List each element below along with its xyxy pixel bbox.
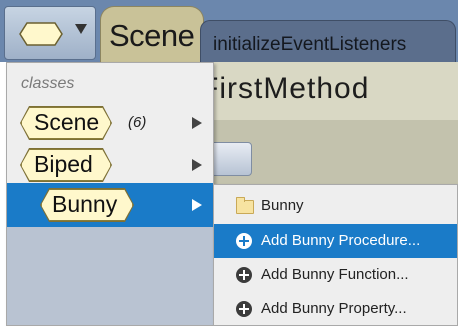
class-menu: classes Scene (6) Biped Bunny <box>6 62 214 326</box>
menu-item-bunny[interactable]: Bunny <box>7 183 213 227</box>
plus-circle-icon <box>236 301 252 317</box>
tab-scene-label: Scene <box>109 18 195 53</box>
type-chip-icon <box>19 22 63 46</box>
submenu-item-label: Add Bunny Function... <box>261 266 409 283</box>
submenu-item-label: Add Bunny Procedure... <box>261 232 421 249</box>
menu-lower-area <box>7 227 213 325</box>
chevron-down-icon <box>75 24 87 34</box>
submenu-item-add-procedure[interactable]: Add Bunny Procedure... <box>214 224 457 258</box>
menu-item-label: Scene <box>34 109 100 135</box>
method-title: FirstMethod <box>200 72 370 105</box>
submenu-item-label: Add Bunny Property... <box>261 300 407 317</box>
submenu-item-label: Bunny <box>261 197 304 214</box>
class-menu-button[interactable] <box>4 6 96 60</box>
tab-scene[interactable]: Scene <box>100 6 204 62</box>
submenu-item-bunny[interactable]: Bunny <box>214 189 457 223</box>
menu-header: classes <box>21 75 75 92</box>
chevron-right-icon <box>192 199 202 211</box>
menu-item-biped[interactable]: Biped <box>7 143 213 187</box>
subclass-count: (6) <box>128 114 147 131</box>
plus-circle-icon <box>236 267 252 283</box>
menu-item-label: Biped <box>34 151 93 177</box>
submenu-item-add-function[interactable]: Add Bunny Function... <box>214 258 457 292</box>
chevron-right-icon <box>192 117 202 129</box>
chevron-right-icon <box>192 159 202 171</box>
bunny-submenu: Bunny Add Bunny Procedure... Add Bunny F… <box>213 184 458 326</box>
tab-initialize-event-listeners[interactable]: initializeEventListeners <box>200 20 456 62</box>
menu-item-label: Bunny <box>52 191 118 217</box>
editor-button[interactable] <box>210 142 252 176</box>
plus-circle-icon <box>236 233 252 249</box>
tab-init-label: initializeEventListeners <box>213 34 407 55</box>
menu-item-scene[interactable]: Scene (6) <box>7 101 213 145</box>
submenu-item-add-property[interactable]: Add Bunny Property... <box>214 292 457 326</box>
folder-icon <box>236 197 254 214</box>
